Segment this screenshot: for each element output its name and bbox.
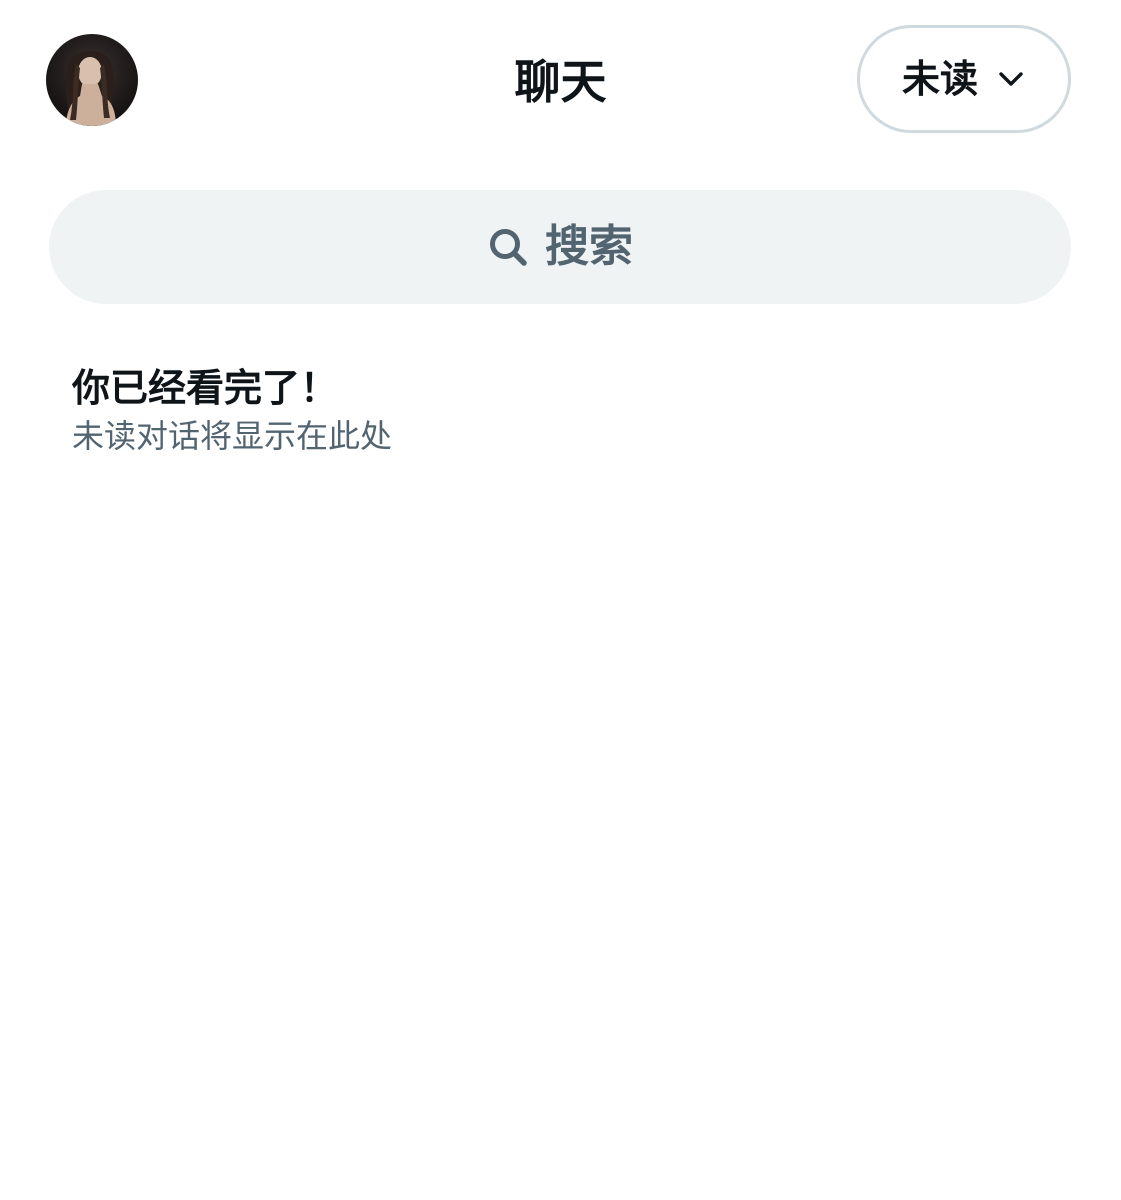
filter-label: 未读 xyxy=(901,57,978,101)
empty-state: 你已经看完了！ 未读对话将显示在此处 xyxy=(72,362,1052,458)
empty-state-title: 你已经看完了！ xyxy=(72,366,339,410)
chevron-down-icon xyxy=(999,72,1023,86)
header: 聊天 未读 xyxy=(0,0,1121,160)
unread-filter-button[interactable]: 未读 xyxy=(857,25,1071,133)
empty-state-subtitle: 未读对话将显示在此处 xyxy=(72,417,393,455)
search-input[interactable]: 搜索 xyxy=(49,190,1071,304)
search-placeholder: 搜索 xyxy=(545,221,633,272)
search-icon xyxy=(490,229,527,266)
chat-screen: 聊天 未读 搜索 你已经看完了！ 未读对话将显示在此处 xyxy=(0,0,1121,1200)
